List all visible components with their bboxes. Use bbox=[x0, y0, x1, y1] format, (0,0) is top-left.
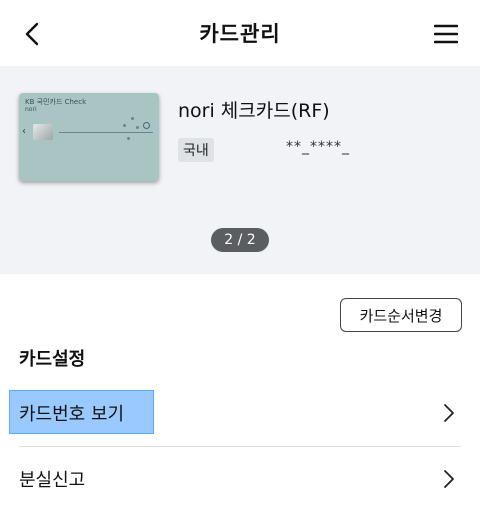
card-decoration-dot bbox=[131, 117, 134, 120]
page-title: 카드관리 bbox=[199, 22, 281, 46]
card-type-badge: 국내 bbox=[178, 138, 214, 162]
card-decoration-ring bbox=[143, 122, 150, 129]
card-chip-icon bbox=[33, 124, 53, 140]
card-decoration-dot bbox=[123, 124, 126, 127]
change-card-order-button[interactable]: 카드순서변경 bbox=[340, 298, 462, 332]
card-owner-text: nori bbox=[25, 106, 37, 113]
report-lost-row[interactable]: 분실신고 bbox=[0, 447, 480, 505]
top-bar: 카드관리 bbox=[0, 0, 480, 66]
chevron-right-icon bbox=[444, 404, 454, 422]
card-number: **_****_ bbox=[286, 139, 350, 155]
card-image[interactable]: KB 국민카드 Check nori ‹ bbox=[19, 93, 159, 181]
card-settings-heading: 카드설정 bbox=[19, 349, 86, 370]
card-decoration-dot bbox=[136, 126, 139, 129]
page-indicator: 2 / 2 bbox=[211, 228, 269, 252]
view-card-number-label: 카드번호 보기 bbox=[19, 404, 125, 425]
chevron-right-icon bbox=[444, 470, 454, 488]
card-decoration-line bbox=[59, 132, 153, 133]
card-carousel[interactable]: KB 국민카드 Check nori ‹ nori 체크카드(RF) 국내 **… bbox=[0, 66, 480, 274]
card-name: nori 체크카드(RF) bbox=[178, 100, 330, 122]
hamburger-menu-icon bbox=[434, 24, 458, 44]
card-arrow-icon: ‹ bbox=[22, 126, 26, 137]
menu-button[interactable] bbox=[428, 16, 464, 52]
report-lost-label: 분실신고 bbox=[19, 470, 86, 491]
card-decoration-dot bbox=[127, 137, 130, 140]
view-card-number-row[interactable]: 카드번호 보기 bbox=[0, 390, 480, 448]
